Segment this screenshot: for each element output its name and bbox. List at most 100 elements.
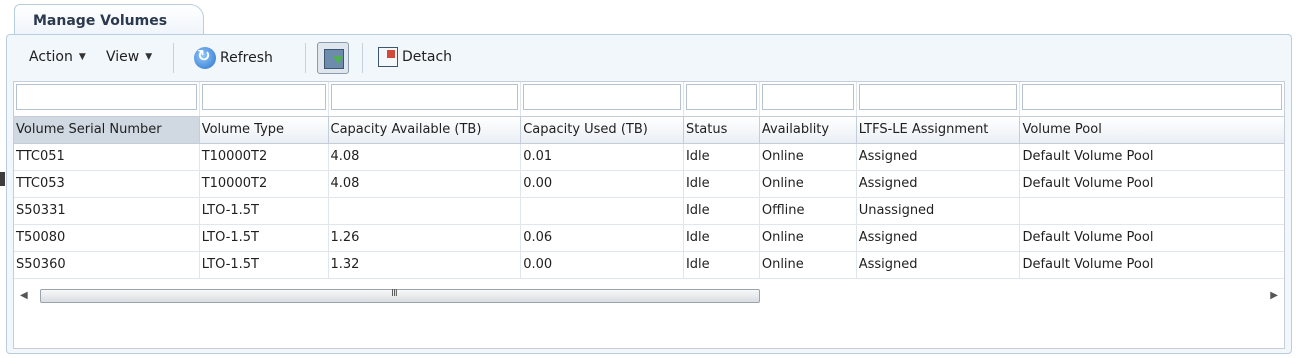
- manage-volumes-tab[interactable]: Manage Volumes: [14, 4, 204, 38]
- refresh-label: Refresh: [220, 50, 273, 66]
- volume-serial-filter-input[interactable]: [16, 84, 197, 110]
- capacity-available-filter-input[interactable]: [330, 84, 519, 110]
- table-row[interactable]: TTC051 T10000T2 4.08 0.01 Idle Online As…: [14, 144, 1284, 171]
- cell-capacity-used: 0.00: [521, 252, 684, 278]
- cell-volume-type: LTO-1.5T: [200, 252, 329, 278]
- filter-cell: [760, 82, 857, 116]
- volume-type-filter-input[interactable]: [201, 84, 326, 110]
- filter-cell: [521, 82, 684, 116]
- query-by-example-icon: [324, 49, 344, 69]
- scrollbar-grip: III: [391, 288, 398, 299]
- cell-status: Idle: [684, 171, 760, 197]
- cell-volume-pool: Default Volume Pool: [1022, 176, 1154, 191]
- cell-volume-type: LTO-1.5T: [200, 225, 329, 251]
- cell-status: Idle: [684, 252, 760, 278]
- scroll-left-arrow-icon[interactable]: ◀: [20, 290, 28, 301]
- column-header-volume-pool[interactable]: Volume Pool: [1020, 117, 1284, 143]
- cell-capacity-used: 0.00: [521, 171, 684, 197]
- cell-volume-serial: S50331: [14, 198, 200, 224]
- cell-ltfs-assignment: Assigned: [857, 252, 1021, 278]
- column-header-ltfs-le-assignment[interactable]: LTFS-LE Assignment: [857, 117, 1021, 143]
- cell-capacity-used: [521, 198, 684, 224]
- table-header: Volume Serial Number Volume Type Capacit…: [14, 116, 1284, 144]
- volume-pool-filter-input[interactable]: [1022, 84, 1282, 110]
- column-header-capacity-used[interactable]: Capacity Used (TB): [521, 117, 684, 143]
- view-menu[interactable]: View ▼: [106, 49, 152, 65]
- refresh-icon: [194, 46, 216, 69]
- cell-capacity-available: 4.08: [329, 171, 522, 197]
- column-header-volume-type[interactable]: Volume Type: [200, 117, 329, 143]
- cell-availability: Online: [760, 225, 857, 251]
- cell-volume-serial: TTC051: [14, 144, 200, 170]
- cell-status: Idle: [684, 198, 760, 224]
- cell-volume-pool: Default Volume Pool: [1022, 257, 1154, 272]
- cell-volume-type: T10000T2: [200, 144, 329, 170]
- toolbar-divider: [305, 43, 306, 73]
- cell-capacity-available: 1.32: [329, 252, 522, 278]
- scroll-right-arrow-icon[interactable]: ▶: [1270, 290, 1278, 301]
- cell-volume-serial: TTC053: [14, 171, 200, 197]
- tab-title: Manage Volumes: [33, 13, 168, 29]
- column-header-capacity-available[interactable]: Capacity Available (TB): [329, 117, 522, 143]
- toolbar: Action ▼ View ▼ Refresh Detach: [7, 35, 1291, 83]
- horizontal-scrollbar[interactable]: ◀ III ▶: [14, 287, 1284, 305]
- cell-availability: Online: [760, 144, 857, 170]
- action-menu-label: Action: [29, 49, 73, 65]
- cell-availability: Online: [760, 171, 857, 197]
- cell-availability: Online: [760, 252, 857, 278]
- toolbar-divider: [362, 43, 363, 73]
- refresh-button[interactable]: Refresh: [194, 46, 273, 69]
- filter-cell: [329, 82, 522, 116]
- column-header-status[interactable]: Status: [684, 117, 760, 143]
- cell-capacity-available: 4.08: [329, 144, 522, 170]
- cell-status: Idle: [684, 144, 760, 170]
- table-row[interactable]: T50080 LTO-1.5T 1.26 0.06 Idle Online As…: [14, 225, 1284, 252]
- chevron-down-icon: ▼: [145, 52, 153, 62]
- cell-volume-serial: S50360: [14, 252, 200, 278]
- ltfs-assignment-filter-input[interactable]: [858, 84, 1018, 110]
- query-by-example-button[interactable]: [317, 42, 349, 74]
- column-header-availability[interactable]: Availablity: [760, 117, 857, 143]
- table-row[interactable]: S50360 LTO-1.5T 1.32 0.00 Idle Online As…: [14, 252, 1284, 279]
- cell-availability: Offline: [760, 198, 857, 224]
- cell-ltfs-assignment: Unassigned: [857, 198, 1021, 224]
- cell-capacity-available: [329, 198, 522, 224]
- splitter-handle-icon[interactable]: [0, 172, 5, 186]
- action-menu[interactable]: Action ▼: [29, 49, 86, 65]
- capacity-used-filter-input[interactable]: [523, 84, 681, 110]
- filter-cell: [14, 82, 200, 116]
- filter-cell: [200, 82, 329, 116]
- cell-volume-pool: Default Volume Pool: [1022, 149, 1154, 164]
- detach-icon: [378, 47, 398, 67]
- filter-row: [14, 82, 1284, 116]
- filter-cell: [684, 82, 760, 116]
- availability-filter-input[interactable]: [761, 84, 854, 110]
- cell-volume-serial: T50080: [14, 225, 200, 251]
- cell-capacity-used: 0.06: [521, 225, 684, 251]
- volumes-table: Volume Serial Number Volume Type Capacit…: [13, 81, 1285, 349]
- table-body: TTC051 T10000T2 4.08 0.01 Idle Online As…: [14, 144, 1284, 279]
- filter-cell: [857, 82, 1021, 116]
- column-header-volume-serial-number[interactable]: Volume Serial Number: [14, 117, 200, 143]
- cell-capacity-used: 0.01: [521, 144, 684, 170]
- manage-volumes-panel: Action ▼ View ▼ Refresh Detach: [6, 34, 1292, 354]
- status-filter-input[interactable]: [685, 84, 757, 110]
- filter-cell: [1020, 82, 1284, 116]
- detach-button[interactable]: Detach: [378, 47, 452, 67]
- cell-ltfs-assignment: Assigned: [857, 144, 1021, 170]
- cell-volume-pool: Default Volume Pool: [1022, 230, 1154, 245]
- cell-status: Idle: [684, 225, 760, 251]
- scrollbar-thumb[interactable]: III: [40, 288, 760, 303]
- detach-label: Detach: [402, 49, 453, 65]
- cell-ltfs-assignment: Assigned: [857, 225, 1021, 251]
- cell-ltfs-assignment: Assigned: [857, 171, 1021, 197]
- table-row[interactable]: TTC053 T10000T2 4.08 0.00 Idle Online As…: [14, 171, 1284, 198]
- cell-volume-pool: [1020, 198, 1284, 224]
- toolbar-divider: [173, 43, 174, 73]
- view-menu-label: View: [106, 49, 140, 65]
- cell-volume-type: LTO-1.5T: [200, 198, 329, 224]
- cell-capacity-available: 1.26: [329, 225, 522, 251]
- chevron-down-icon: ▼: [78, 52, 86, 62]
- table-row[interactable]: S50331 LTO-1.5T Idle Offline Unassigned: [14, 198, 1284, 225]
- cell-volume-type: T10000T2: [200, 171, 329, 197]
